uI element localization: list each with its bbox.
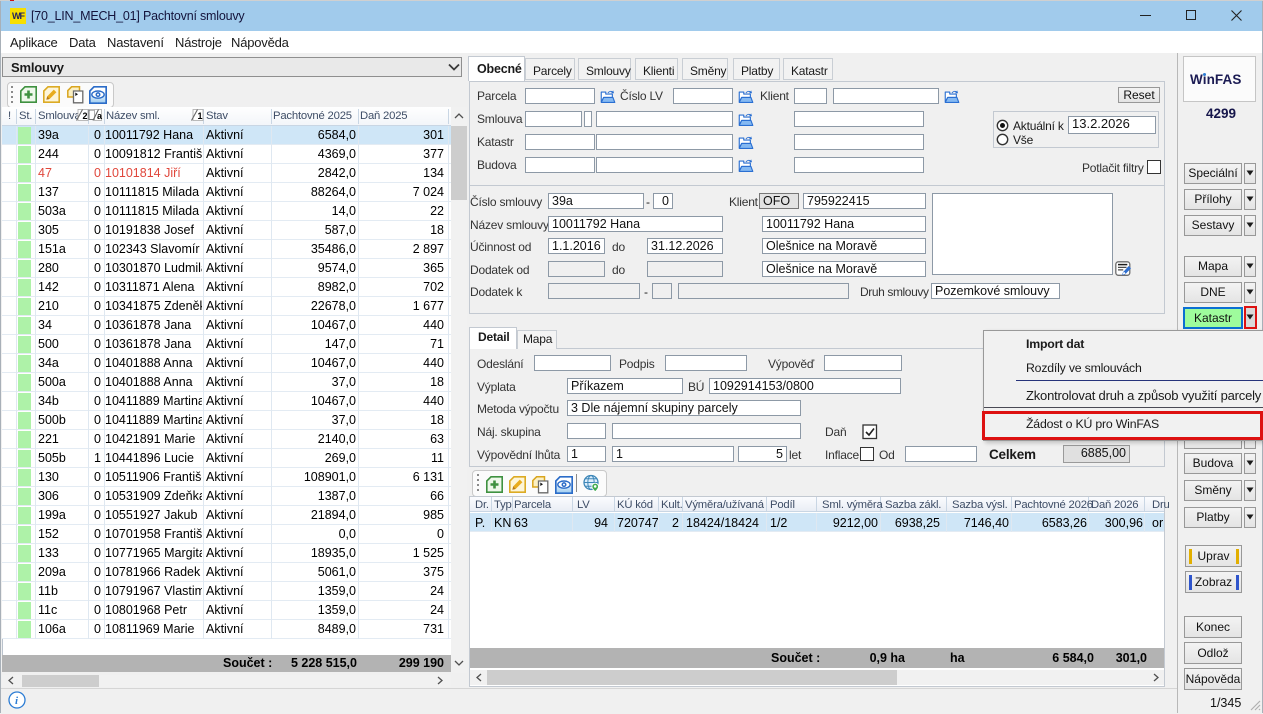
svg-text:1: 1 <box>198 111 203 121</box>
svg-text:a: a <box>97 111 103 121</box>
svg-text:2: 2 <box>83 111 88 121</box>
